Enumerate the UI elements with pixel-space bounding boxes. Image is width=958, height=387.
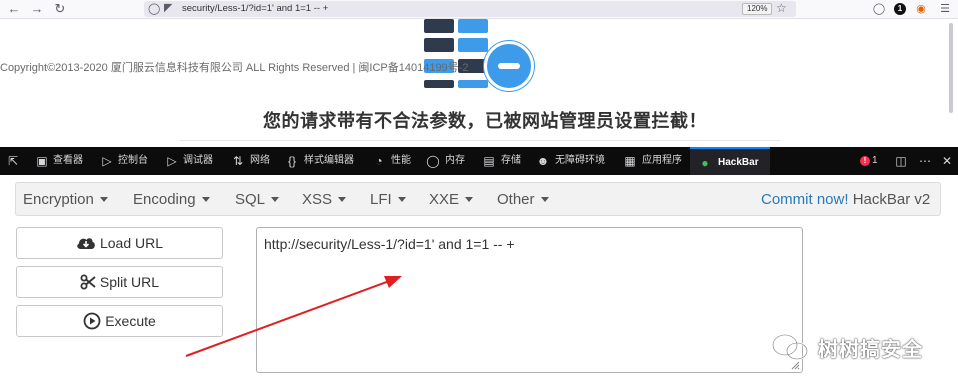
commit-link[interactable]: Commit now! [761,191,849,208]
tab-network[interactable]: 网络 [250,154,270,168]
debugger-icon: ▷ [167,154,177,168]
commit-info: Commit now! HackBar v2 [761,191,930,209]
back-icon[interactable]: ← [6,1,22,17]
chevron-down-icon [465,196,474,202]
memory-icon: ◯ [426,154,440,168]
menu-sql[interactable]: SQL [235,191,280,209]
tab-style-editor[interactable]: 样式编辑器 [304,154,354,168]
brick [424,80,454,88]
forward-icon[interactable]: → [29,1,45,17]
network-icon: ⇅ [232,154,244,168]
inspector-icon: ▣ [36,154,48,168]
close-devtools-icon[interactable]: ✕ [940,154,954,168]
menu-encryption[interactable]: Encryption [23,191,108,209]
storage-icon: ▤ [483,154,495,168]
menu-other[interactable]: Other [497,191,549,209]
pocket-icon[interactable]: ◯ [872,2,886,16]
error-icon: ! [860,156,870,166]
tab-accessibility[interactable]: 无障碍环境 [555,154,605,168]
brick [424,38,454,52]
tab-performance[interactable]: 性能 [391,154,411,168]
url-text[interactable]: security/Less-1/?id=1' and 1=1 -- + [182,3,328,14]
menu-xss-label: XSS [302,191,333,208]
extension-icon[interactable]: ◉ [914,2,928,16]
execute-button[interactable]: Execute [16,305,223,337]
menu-encryption-label: Encryption [23,191,94,208]
execute-label: Execute [105,313,156,329]
split-url-button[interactable]: Split URL [16,266,223,298]
block-message: 您的请求带有不合法参数，已被网站管理员设置拦截！ [263,111,707,131]
tab-hackbar[interactable]: ● HackBar [690,147,770,175]
zoom-level[interactable]: 120% [742,3,773,15]
tab-storage[interactable]: 存储 [501,154,521,168]
error-count[interactable]: 1 [872,155,878,166]
chevron-down-icon [338,196,347,202]
tab-inspector[interactable]: 查看器 [53,154,83,168]
devtools-tab-bar: ⇱ ▣ 查看器 ▷ 控制台 ▷ 调试器 ⇅ 网络 {} 样式编辑器 ◔ 性能 ◯… [0,147,958,175]
tab-memory[interactable]: 内存 [445,154,465,168]
url-bar[interactable]: ◯ ◤ security/Less-1/?id=1' and 1=1 -- + … [144,1,796,17]
menu-xxe-label: XXE [429,191,460,208]
chevron-down-icon [397,196,406,202]
more-options-icon[interactable]: ⋯ [918,154,932,168]
hackbar-icon: ● [701,156,709,170]
accessibility-icon: ☻ [536,154,550,168]
scissors-icon [80,274,96,290]
tab-hackbar-label: HackBar [718,157,759,168]
chevron-down-icon [201,196,210,202]
tab-debugger[interactable]: 调试器 [183,154,213,168]
tab-console[interactable]: 控制台 [118,154,148,168]
cloud-download-icon [77,238,95,249]
menu-icon[interactable]: ☰ [938,2,952,16]
ban-icon [484,41,534,91]
wechat-icon [772,334,808,360]
page-content: Copyright©2013-2020 厦门服云信息科技有限公司 ALL Rig… [0,19,958,147]
bookmark-star-icon[interactable]: ☆ [776,1,787,15]
menu-other-label: Other [497,191,535,208]
menu-xss[interactable]: XSS [302,191,347,209]
menu-sql-label: SQL [235,191,266,208]
console-icon: ▷ [102,154,112,168]
reload-icon[interactable]: ↻ [52,1,68,17]
menu-encoding[interactable]: Encoding [133,191,210,209]
brick [424,19,454,33]
brick [458,38,488,52]
hackbar-menu: Encryption Encoding SQL XSS LFI XXE Othe… [15,182,941,216]
play-circle-icon [83,312,101,330]
performance-icon: ◔ [375,154,383,168]
copyright-text: Copyright©2013-2020 厦门服云信息科技有限公司 ALL Rig… [0,62,469,74]
dock-side-icon[interactable]: ◫ [894,154,908,168]
load-url-button[interactable]: Load URL [16,227,223,259]
watermark-text: 树树搞安全 [818,338,923,361]
element-picker-icon[interactable]: ⇱ [6,154,20,168]
page-info-icon[interactable]: ◤ [164,1,172,14]
menu-xxe[interactable]: XXE [429,191,474,209]
menu-lfi[interactable]: LFI [370,191,406,209]
brick [458,19,488,33]
menu-lfi-label: LFI [370,191,392,208]
tab-application[interactable]: 应用程序 [642,154,682,168]
divider [180,140,780,141]
url-textarea[interactable]: http://security/Less-1/?id=1' and 1=1 --… [256,227,803,373]
menu-encoding-label: Encoding [133,191,196,208]
load-url-label: Load URL [99,235,164,251]
hackbar-version: HackBar v2 [852,191,931,208]
screenshot-root: ← → ↻ ◯ ◤ security/Less-1/?id=1' and 1=1… [0,0,958,387]
brick [458,80,488,88]
style-editor-icon: {} [287,154,296,168]
tracking-shield-icon[interactable]: ◯ [148,2,160,15]
chevron-down-icon [540,196,549,202]
chevron-down-icon [271,196,280,202]
split-url-label: Split URL [99,274,160,290]
page-scrollbar[interactable] [949,23,953,113]
browser-toolbar: ← → ↻ ◯ ◤ security/Less-1/?id=1' and 1=1… [0,0,958,19]
profile-badge[interactable]: 1 [894,3,906,15]
chevron-down-icon [99,196,108,202]
watermark: 树树搞安全 [770,330,923,364]
application-icon: ▦ [624,154,636,168]
